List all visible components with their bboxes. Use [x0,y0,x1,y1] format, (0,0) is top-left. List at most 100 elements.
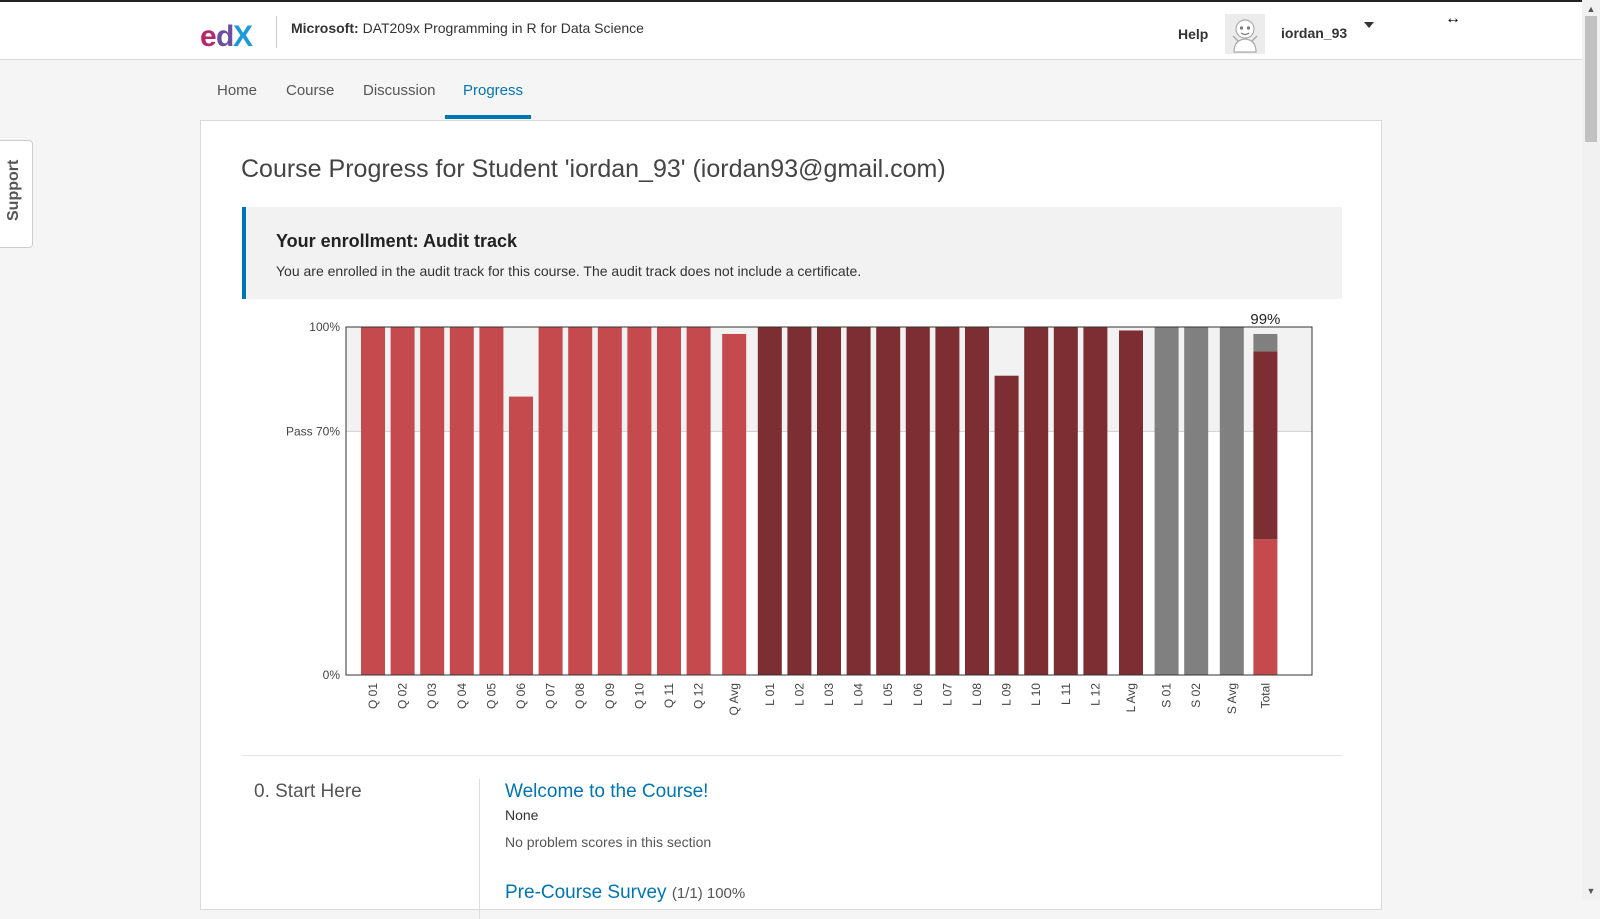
x-tick-label: L 10 [1029,683,1043,706]
x-tick-label: L 04 [852,683,866,706]
edx-logo[interactable]: e d X [200,18,264,52]
x-tick-label-total: Total [1258,683,1272,708]
support-tab[interactable]: Support [0,140,33,248]
bar-l-10 [1024,327,1049,675]
x-tick-label: Q 12 [692,683,706,709]
x-tick-label: Q Avg [727,683,741,715]
x-tick-label: Q 06 [514,683,528,709]
x-tick-label: Q 02 [396,683,410,709]
bar-l-06 [905,327,930,675]
subsection-score: (1/1) 100% [671,885,746,902]
no-scores-note: No problem scores in this section [505,834,712,850]
grade-chart: 100% Pass 70% 0% Q 01 Q 02 Q 03 Q 04 Q 05 Q 06 Q … [286,311,1313,715]
page-scrollbar[interactable]: ▲ ▼ [1582,0,1600,900]
scroll-down-arrow-icon[interactable]: ▼ [1582,884,1600,898]
x-tick-label: L 09 [1000,683,1014,706]
x-tick-label: Q 03 [425,683,439,709]
x-tick-label: Q 05 [484,683,498,709]
x-tick-label: L 11 [1059,683,1073,705]
bar-l-08 [965,327,989,675]
total-segment-survey [1253,333,1278,352]
header-divider [276,16,277,48]
bar-s-02 [1184,327,1209,675]
scroll-up-arrow-icon[interactable]: ▲ [1582,2,1600,16]
section-title: 0. Start Here [254,781,362,802]
course-name: DAT209x Programming in R for Data Scienc… [362,20,644,36]
username-menu[interactable]: iordan_93 [1281,25,1347,41]
bar-s-01 [1154,327,1179,675]
bar-l-11 [1053,327,1078,675]
x-tick-label: Q 10 [632,683,646,709]
total-percent-label: 99% [1250,311,1280,328]
bar-q-11 [657,327,681,675]
bar-l-09 [994,375,1019,675]
y-tick-label: 0% [323,668,341,682]
course-title: Microsoft: DAT209x Programming in R for … [291,20,644,36]
user-avatar[interactable] [1225,14,1265,54]
x-tick-label: L 06 [911,683,925,706]
bar-l-07 [935,327,960,675]
x-tick-label: Q 09 [603,683,617,709]
x-tick-label: S Avg [1225,683,1239,714]
x-tick-label: L 07 [940,683,954,706]
y-tick-label: 100% [309,320,340,334]
x-tick-label: S 02 [1189,683,1203,708]
bar-q-05 [479,327,504,675]
bar-q-01 [361,327,385,675]
caret-down-icon[interactable] [1364,22,1374,28]
subsection-link-welcome[interactable]: Welcome to the Course! [505,781,708,803]
x-tick-label: Q 04 [455,683,469,709]
x-tick-label: L 02 [792,683,806,706]
tab-progress[interactable]: Progress [463,82,523,99]
subsection-survey: Pre-Course Survey (1/1) 100% [505,882,745,904]
bar-q-10 [627,327,652,675]
bar-s-avg [1219,327,1244,675]
bar-q-08 [568,327,593,675]
bar-l-04 [846,327,871,675]
scroll-thumb[interactable] [1585,16,1597,142]
site-header: e d X Microsoft: DAT209x Programming in … [0,0,1582,60]
bar-q-06 [509,396,533,675]
bar-q-12 [686,327,711,675]
svg-text:d: d [216,20,234,52]
resize-cursor-icon: ↔ [1445,10,1461,27]
chart-divider [242,755,1342,756]
support-tab-label: Support [5,159,22,221]
bar-q-avg [722,333,747,675]
tab-home[interactable]: Home [217,82,257,99]
bar-l-avg [1119,330,1143,675]
bar-q-02 [390,327,415,675]
x-tick-label: S 01 [1160,683,1174,708]
bar-l-03 [817,327,841,675]
bar-q-04 [449,327,474,675]
progress-card: Course Progress for Student 'iordan_93' … [200,120,1382,919]
x-tick-label: L Avg [1124,683,1138,712]
bar-q-03 [420,327,445,675]
subsection-due: None [505,807,539,823]
total-segment-lab [1253,351,1278,540]
svg-text:X: X [233,20,253,52]
x-tick-label: Q 07 [544,683,558,709]
x-tick-label: L 03 [822,683,836,706]
x-tick-label: L 01 [763,683,777,706]
bar-l-12 [1083,327,1108,675]
y-tick-label: Pass 70% [286,424,340,438]
help-link[interactable]: Help [1178,26,1208,42]
x-tick-label: L 12 [1088,683,1102,706]
tab-discussion[interactable]: Discussion [363,82,436,99]
bar-l-01 [757,327,782,675]
section-divider [479,779,480,919]
bar-l-02 [787,327,812,675]
active-tab-indicator [445,115,531,119]
course-org: Microsoft: [291,20,359,36]
bar-q-07 [538,327,563,675]
svg-text:e: e [200,20,217,52]
total-segment-quiz [1253,539,1278,675]
x-tick-label: L 08 [970,683,984,706]
bar-l-05 [876,327,901,675]
bar-q-09 [597,327,622,675]
x-tick-label: L 05 [881,683,895,706]
x-tick-label: Q 11 [662,683,676,708]
tab-course[interactable]: Course [286,82,334,99]
x-tick-label: Q 01 [366,683,380,709]
